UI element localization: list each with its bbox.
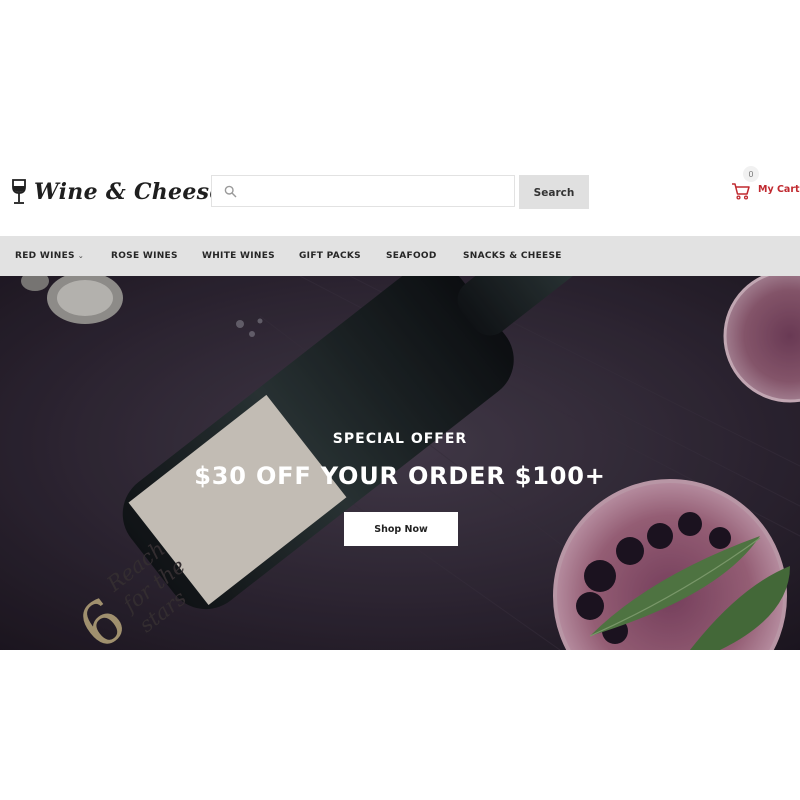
main-navigation: RED WINES ⌄ ROSE WINES WHITE WINES GIFT P… <box>0 236 800 276</box>
search-input[interactable] <box>244 177 514 207</box>
shopping-cart-icon[interactable] <box>731 181 751 201</box>
nav-item-label: ROSE WINES <box>111 251 178 261</box>
wine-glass-icon <box>12 179 26 204</box>
search-box <box>211 175 515 207</box>
search-button[interactable]: Search <box>519 175 589 209</box>
nav-item-gift-packs[interactable]: GIFT PACKS <box>299 236 361 276</box>
cart-count-badge: 0 <box>743 166 759 182</box>
nav-item-label: RED WINES <box>15 251 75 261</box>
nav-item-label: SNACKS & CHEESE <box>463 251 562 261</box>
cart[interactable]: 0 My Cart <box>731 166 800 210</box>
brand-name: Wine & Cheese <box>34 179 224 205</box>
hero-banner: 6 Reach for the stars SPECIAL OFFER $30 … <box>0 276 800 650</box>
hero-subtitle: SPECIAL OFFER <box>332 431 468 447</box>
nav-item-label: SEAFOOD <box>386 251 437 261</box>
site-header: Wine & Cheese Search 0 My Cart <box>0 160 800 224</box>
logo[interactable]: Wine & Cheese <box>10 174 224 210</box>
nav-item-white-wines[interactable]: WHITE WINES <box>202 236 275 276</box>
search-icon <box>224 185 237 198</box>
nav-item-red-wines[interactable]: RED WINES ⌄ <box>15 236 84 276</box>
nav-item-snacks-cheese[interactable]: SNACKS & CHEESE <box>463 236 562 276</box>
nav-item-seafood[interactable]: SEAFOOD <box>386 236 437 276</box>
nav-item-rose-wines[interactable]: ROSE WINES <box>111 236 178 276</box>
nav-item-label: WHITE WINES <box>202 251 275 261</box>
chevron-down-icon: ⌄ <box>77 252 84 260</box>
nav-item-label: GIFT PACKS <box>299 251 361 261</box>
shop-now-button[interactable]: Shop Now <box>344 512 458 546</box>
hero-title: $30 OFF YOUR ORDER $100+ <box>194 462 606 490</box>
cart-label[interactable]: My Cart <box>758 184 800 195</box>
